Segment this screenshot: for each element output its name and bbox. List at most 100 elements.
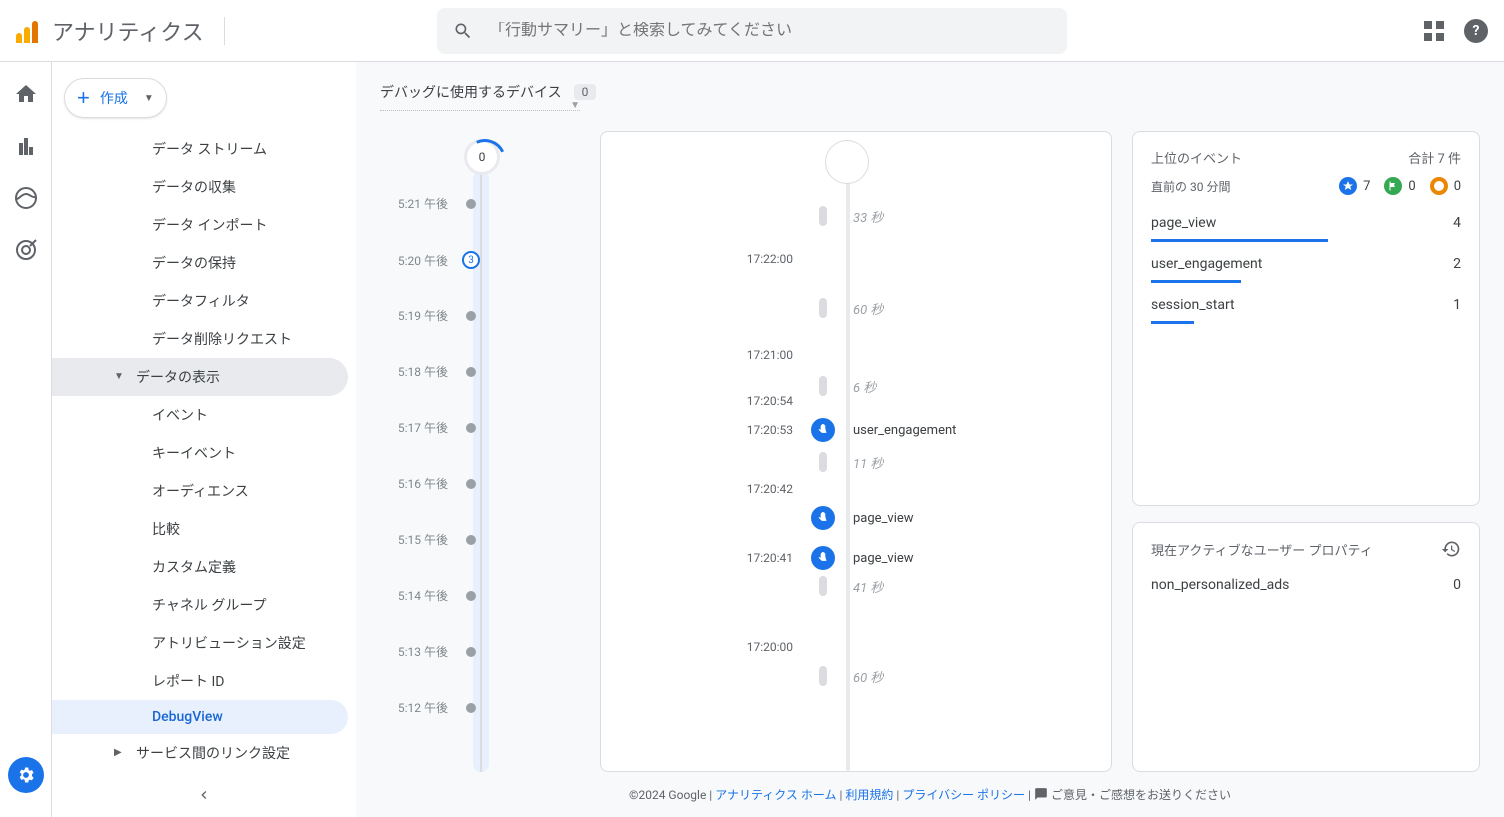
footer-link-home[interactable]: アナリティクス ホーム — [715, 788, 836, 802]
minute-time-label: 5:18 午後 — [380, 363, 460, 380]
event-marker-icon — [811, 546, 835, 570]
seconds-gap: 60 秒 — [601, 666, 1111, 686]
sidebar-item[interactable]: カスタム定義 — [52, 548, 348, 586]
history-icon[interactable] — [1441, 539, 1461, 559]
admin-gear-button[interactable] — [8, 757, 44, 793]
search-input[interactable] — [489, 22, 1051, 40]
event-badge-icon — [1339, 177, 1357, 195]
badge-events[interactable]: 7 — [1339, 177, 1370, 195]
sidebar-item[interactable]: データの収集 — [52, 168, 348, 206]
search-container[interactable] — [437, 8, 1067, 54]
badge-conversions[interactable]: 0 — [1384, 177, 1415, 195]
chevron-down-icon: ▼ — [114, 371, 124, 382]
minute-row[interactable]: 5:21 午後 — [380, 195, 580, 212]
top-events-card: 上位のイベント 合計 7 件 直前の 30 分間 7 0 — [1132, 131, 1480, 506]
sidebar-item[interactable]: DebugView — [52, 700, 348, 734]
seconds-event[interactable]: 17:20:53user_engagement — [601, 418, 1111, 442]
minute-time-label: 5:21 午後 — [380, 195, 460, 212]
minute-time-label: 5:16 午後 — [380, 475, 460, 492]
seconds-gap: 41 秒 — [601, 576, 1111, 596]
user-property-row[interactable]: non_personalized_ads0 — [1151, 573, 1461, 597]
minute-row[interactable]: 5:16 午後 — [380, 475, 580, 492]
minute-dot — [466, 199, 476, 209]
apps-icon[interactable] — [1424, 21, 1444, 41]
minute-row[interactable]: 5:19 午後 — [380, 307, 580, 324]
footer: ©2024 Google | アナリティクス ホーム | 利用規約 | プライバ… — [380, 772, 1480, 817]
minute-time-label: 5:13 午後 — [380, 643, 460, 660]
sidebar-item-services-link[interactable]: ▶サービス間のリンク設定 — [52, 734, 348, 772]
error-badge-icon — [1430, 177, 1448, 195]
analytics-logo-icon — [16, 19, 40, 43]
minute-dot — [466, 647, 476, 657]
minute-dot — [466, 479, 476, 489]
sidebar-item[interactable]: データ削除リクエスト — [52, 320, 348, 358]
footer-link-terms[interactable]: 利用規約 — [845, 788, 893, 802]
minute-dot — [466, 367, 476, 377]
minute-row[interactable]: 5:12 午後 — [380, 699, 580, 716]
top-event-row[interactable]: user_engagement2 — [1151, 250, 1461, 278]
chevron-left-icon — [196, 787, 212, 803]
minute-time-label: 5:12 午後 — [380, 699, 460, 716]
sidebar-item[interactable]: キーイベント — [52, 434, 348, 472]
sidebar-item[interactable]: データ インポート — [52, 206, 348, 244]
app-header: アナリティクス ? — [0, 0, 1504, 62]
debug-device-count: 0 — [574, 84, 597, 100]
sidebar-item[interactable]: チャネル グループ — [52, 586, 348, 624]
debug-device-label: デバッグに使用するデバイス — [380, 82, 562, 102]
seconds-timeline-card: 33 秒17:22:0060 秒17:21:006 秒17:20:5417:20… — [600, 131, 1112, 772]
minute-row[interactable]: 5:20 午後3 — [380, 251, 580, 269]
debug-device-dropdown[interactable]: ▼ — [380, 110, 580, 111]
top-event-row[interactable]: page_view4 — [1151, 209, 1461, 237]
sidebar-item[interactable]: レポート ID — [52, 662, 348, 700]
sidebar-item[interactable]: データ ストリーム — [52, 130, 348, 168]
badge-errors[interactable]: 0 — [1430, 177, 1461, 195]
sidebar-item[interactable]: データの保持 — [52, 244, 348, 282]
top-events-subtitle: 直前の 30 分間 — [1151, 178, 1230, 195]
minute-row[interactable]: 5:15 午後 — [380, 531, 580, 548]
chevron-down-icon: ▼ — [570, 100, 580, 111]
seconds-gap: 11 秒 — [601, 452, 1111, 472]
minute-row[interactable]: 5:13 午後 — [380, 643, 580, 660]
seconds-time-marker: 17:22:00 — [601, 252, 1111, 266]
feedback-link[interactable]: ご意見・ご感想をお送りください — [1051, 788, 1231, 802]
minute-row[interactable]: 5:14 午後 — [380, 587, 580, 604]
minute-row[interactable]: 5:18 午後 — [380, 363, 580, 380]
user-properties-card: 現在アクティブなユーザー プロパティ non_personalized_ads0 — [1132, 522, 1480, 772]
sidebar-group-data-display[interactable]: ▼データの表示 — [52, 358, 348, 396]
sidebar-item[interactable]: イベント — [52, 396, 348, 434]
seconds-event[interactable]: 17:20:41page_view — [601, 546, 1111, 570]
minute-time-label: 5:19 午後 — [380, 307, 460, 324]
seconds-time-marker: 17:20:54 — [601, 394, 1111, 408]
create-button[interactable]: + 作成 ▼ — [64, 78, 167, 118]
sidebar-item[interactable]: オーディエンス — [52, 472, 348, 510]
collapse-sidebar-button[interactable] — [52, 777, 356, 817]
sidebar-item[interactable]: データフィルタ — [52, 282, 348, 320]
help-icon[interactable]: ? — [1464, 19, 1488, 43]
debugview-content: デバッグに使用するデバイス 0 ▼ 0 5:21 午後 5:20 午後3 5:19 … — [356, 62, 1504, 817]
seconds-gap: 33 秒 — [601, 206, 1111, 226]
seconds-event[interactable]: page_view — [601, 506, 1111, 530]
sidebar-item[interactable]: アトリビューション設定 — [52, 624, 348, 662]
sidebar-item[interactable]: 比較 — [52, 510, 348, 548]
minute-time-label: 5:14 午後 — [380, 587, 460, 604]
chevron-down-icon: ▼ — [144, 93, 154, 104]
reports-icon[interactable] — [14, 134, 38, 158]
top-events-total: 合計 7 件 — [1408, 148, 1461, 167]
product-name: アナリティクス — [52, 15, 204, 47]
seconds-current-circle[interactable] — [825, 140, 869, 184]
top-event-row[interactable]: session_start1 — [1151, 291, 1461, 319]
home-icon[interactable] — [14, 82, 38, 106]
user-props-title: 現在アクティブなユーザー プロパティ — [1151, 540, 1373, 559]
explore-icon[interactable] — [14, 186, 38, 210]
footer-link-privacy[interactable]: プライバシー ポリシー — [902, 788, 1025, 802]
logo[interactable]: アナリティクス — [16, 15, 204, 47]
seconds-gap: 6 秒 — [601, 376, 1111, 396]
minute-current-circle[interactable]: 0 — [464, 139, 500, 175]
minute-timeline: 0 5:21 午後 5:20 午後3 5:19 午後 5:18 午後 5:17 午後 5:… — [380, 131, 580, 772]
advertising-icon[interactable] — [14, 238, 38, 262]
minute-time-label: 5:17 午後 — [380, 419, 460, 436]
gear-icon — [16, 765, 36, 785]
minute-row[interactable]: 5:17 午後 — [380, 419, 580, 436]
event-marker-icon — [811, 506, 835, 530]
seconds-time-marker: 17:20:00 — [601, 640, 1111, 654]
